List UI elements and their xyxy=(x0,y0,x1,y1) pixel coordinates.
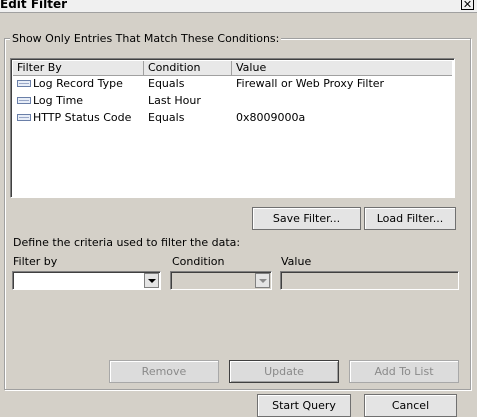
add-to-list-button[interactable]: Add To List xyxy=(349,360,459,383)
value-field[interactable] xyxy=(280,271,459,290)
window-title: Edit Filter xyxy=(0,0,68,11)
close-icon: ✕ xyxy=(462,0,473,11)
update-button[interactable]: Update xyxy=(229,360,339,383)
filter-rule-icon xyxy=(17,97,31,104)
list-item[interactable]: Log Record Type Equals Firewall or Web P… xyxy=(13,75,452,92)
close-button[interactable]: ✕ xyxy=(461,0,474,10)
start-query-button[interactable]: Start Query xyxy=(257,394,351,417)
chevron-down-icon[interactable] xyxy=(255,273,270,288)
column-header-filter-by[interactable]: Filter By xyxy=(13,61,144,75)
condition-label: Condition xyxy=(172,255,225,268)
cancel-button[interactable]: Cancel xyxy=(364,394,457,417)
conditions-groupbox-legend: Show Only Entries That Match These Condi… xyxy=(10,32,282,45)
row-condition: Equals xyxy=(148,111,185,124)
row-condition: Last Hour xyxy=(148,94,201,107)
row-filter-by: Log Record Type xyxy=(33,77,123,90)
list-item[interactable]: HTTP Status Code Equals 0x8009000a xyxy=(13,109,452,126)
title-bar: Edit Filter ✕ xyxy=(0,0,477,13)
condition-dropdown[interactable] xyxy=(170,271,272,290)
remove-button[interactable]: Remove xyxy=(109,360,219,383)
row-filter-by: Log Time xyxy=(33,94,84,107)
row-condition: Equals xyxy=(148,77,185,90)
save-filter-button[interactable]: Save Filter... xyxy=(252,207,361,230)
filter-by-label: Filter by xyxy=(13,255,58,268)
filter-rule-icon xyxy=(17,114,31,121)
row-value: 0x8009000a xyxy=(236,111,306,124)
column-header-condition[interactable]: Condition xyxy=(144,61,232,75)
filter-rule-icon xyxy=(17,80,31,87)
list-item[interactable]: Log Time Last Hour xyxy=(13,92,452,109)
filter-by-dropdown[interactable] xyxy=(12,271,161,290)
criteria-instruction: Define the criteria used to filter the d… xyxy=(13,236,241,249)
value-label: Value xyxy=(281,255,312,268)
chevron-down-icon[interactable] xyxy=(144,273,159,288)
row-filter-by: HTTP Status Code xyxy=(33,111,132,124)
list-header: Filter By Condition Value xyxy=(13,61,452,76)
load-filter-button[interactable]: Load Filter... xyxy=(364,207,456,230)
row-value: Firewall or Web Proxy Filter xyxy=(236,77,385,90)
column-header-value[interactable]: Value xyxy=(232,61,452,75)
conditions-list[interactable]: Filter By Condition Value Log Record Typ… xyxy=(10,58,455,198)
